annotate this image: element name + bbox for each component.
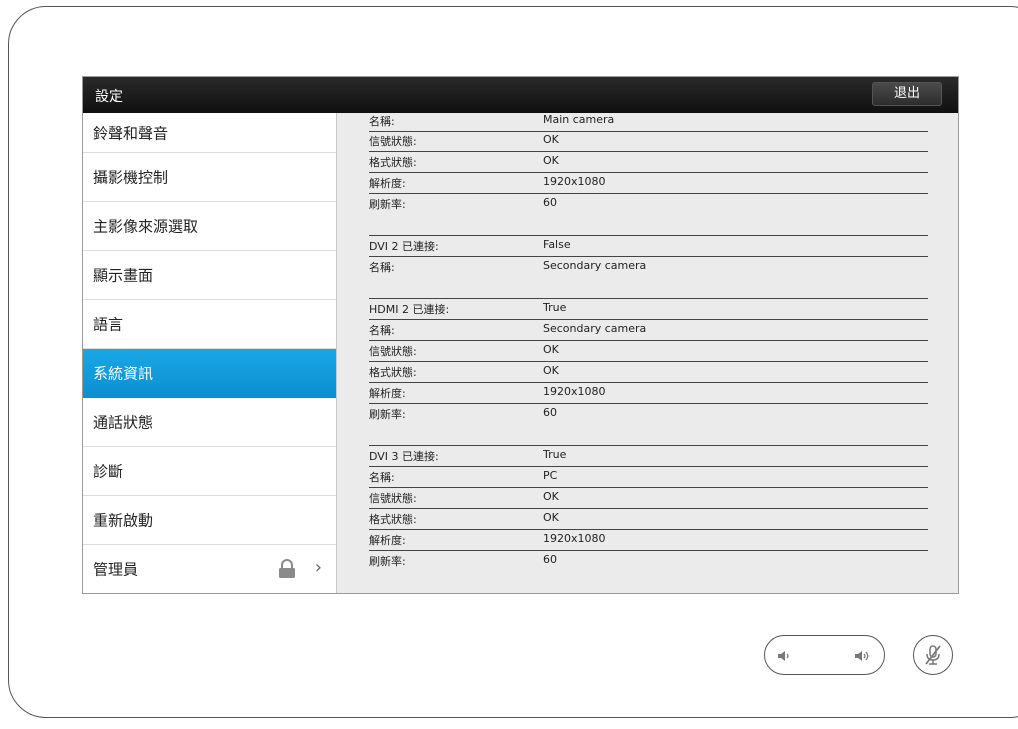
sidebar-item-label: 主影像來源選取 bbox=[93, 217, 199, 236]
info-key: 解析度: bbox=[369, 387, 406, 400]
info-key: 名稱: bbox=[369, 324, 395, 337]
sidebar-item-diagnostics[interactable]: 診斷 bbox=[83, 447, 336, 496]
volume-control[interactable] bbox=[764, 635, 885, 675]
volume-down-icon[interactable] bbox=[777, 648, 791, 667]
info-row: 刷新率: 60 bbox=[369, 195, 928, 236]
system-info-panel: 名稱: Main camera 信號狀態: OK 格式狀態: OK 解析度: 1… bbox=[337, 113, 958, 593]
info-key: 名稱: bbox=[369, 115, 395, 128]
sidebar-item-label: 診斷 bbox=[93, 462, 124, 481]
info-key: 信號狀態: bbox=[369, 492, 417, 505]
info-row: 解析度: 1920x1080 bbox=[369, 531, 928, 551]
info-key: 格式狀態: bbox=[369, 366, 417, 379]
info-key: 格式狀態: bbox=[369, 156, 417, 169]
sidebar-item-label: 顯示畫面 bbox=[93, 266, 154, 285]
sidebar-item-main-source[interactable]: 主影像來源選取 bbox=[83, 202, 336, 251]
info-value: False bbox=[543, 238, 571, 251]
settings-window: 設定 退出 鈴聲和聲音 攝影機控制 主影像來源選取 顯示畫面 語言 系統資訊 通… bbox=[82, 76, 959, 594]
sidebar-item-restart[interactable]: 重新啟動 bbox=[83, 496, 336, 545]
info-row: 解析度: 1920x1080 bbox=[369, 384, 928, 404]
info-row: 刷新率: 60 bbox=[369, 405, 928, 446]
info-key: 解析度: bbox=[369, 177, 406, 190]
info-key: 刷新率: bbox=[369, 198, 406, 211]
sidebar-item-call-status[interactable]: 通話狀態 bbox=[83, 398, 336, 447]
info-key: 解析度: bbox=[369, 534, 406, 547]
sidebar-item-camera-control[interactable]: 攝影機控制 bbox=[83, 153, 336, 202]
info-key: HDMI 2 已連接: bbox=[369, 303, 450, 316]
info-key: DVI 2 已連接: bbox=[369, 240, 439, 253]
sidebar-item-label: 重新啟動 bbox=[93, 511, 154, 530]
title-bar: 設定 退出 bbox=[83, 77, 958, 113]
sidebar-item-label: 語言 bbox=[93, 315, 124, 334]
sidebar-item-system-info[interactable]: 系統資訊 bbox=[83, 349, 336, 398]
info-row: 信號狀態: OK bbox=[369, 489, 928, 509]
info-row: 信號狀態: OK bbox=[369, 342, 928, 362]
info-key: 刷新率: bbox=[369, 408, 406, 421]
sidebar-item-display[interactable]: 顯示畫面 bbox=[83, 251, 336, 300]
sidebar-item-administrator[interactable]: 管理員 › bbox=[83, 545, 336, 593]
info-row: 名稱: Secondary camera bbox=[369, 258, 928, 299]
info-key: 信號狀態: bbox=[369, 135, 417, 148]
info-row: DVI 2 已連接: False bbox=[369, 237, 928, 257]
info-key: 刷新率: bbox=[369, 555, 406, 568]
exit-button[interactable]: 退出 bbox=[872, 82, 942, 106]
info-value: 1920x1080 bbox=[543, 175, 606, 188]
info-key: 信號狀態: bbox=[369, 345, 417, 358]
sidebar-item-label: 通話狀態 bbox=[93, 413, 154, 432]
info-value: 60 bbox=[543, 196, 557, 209]
info-value: OK bbox=[543, 511, 559, 524]
info-value: 60 bbox=[543, 553, 557, 566]
info-value: 60 bbox=[543, 406, 557, 419]
info-row: 解析度: 1920x1080 bbox=[369, 174, 928, 194]
info-row: 信號狀態: OK bbox=[369, 132, 928, 152]
info-row: 刷新率: 60 bbox=[369, 552, 928, 571]
info-row: 格式狀態: OK bbox=[369, 363, 928, 383]
lock-icon bbox=[278, 559, 296, 583]
info-value: Main camera bbox=[543, 113, 615, 126]
sidebar-item-label: 鈴聲和聲音 bbox=[93, 124, 169, 142]
info-row: 名稱: Main camera bbox=[369, 113, 928, 132]
page-title: 設定 bbox=[95, 89, 123, 105]
microphone-muted-icon bbox=[923, 644, 943, 670]
info-value: True bbox=[543, 448, 567, 461]
info-value: PC bbox=[543, 469, 558, 482]
info-row: 格式狀態: OK bbox=[369, 510, 928, 530]
info-value: OK bbox=[543, 154, 559, 167]
info-value: OK bbox=[543, 133, 559, 146]
info-row: 名稱: PC bbox=[369, 468, 928, 488]
info-key: 名稱: bbox=[369, 261, 395, 274]
info-key: 格式狀態: bbox=[369, 513, 417, 526]
sidebar-item-label: 管理員 bbox=[93, 560, 139, 579]
sidebar-item-label: 系統資訊 bbox=[93, 364, 154, 383]
info-key: 名稱: bbox=[369, 471, 395, 484]
info-value: 1920x1080 bbox=[543, 532, 606, 545]
info-value: Secondary camera bbox=[543, 259, 647, 272]
info-row: 格式狀態: OK bbox=[369, 153, 928, 173]
info-row: 名稱: Secondary camera bbox=[369, 321, 928, 341]
info-row: DVI 3 已連接: True bbox=[369, 447, 928, 467]
info-value: OK bbox=[543, 490, 559, 503]
chevron-right-icon: › bbox=[314, 557, 322, 578]
info-value: Secondary camera bbox=[543, 322, 647, 335]
info-row: HDMI 2 已連接: True bbox=[369, 300, 928, 320]
microphone-mute-button[interactable] bbox=[913, 635, 953, 675]
volume-up-icon[interactable] bbox=[854, 648, 872, 667]
sidebar: 鈴聲和聲音 攝影機控制 主影像來源選取 顯示畫面 語言 系統資訊 通話狀態 診斷… bbox=[83, 113, 337, 593]
info-value: True bbox=[543, 301, 567, 314]
info-value: 1920x1080 bbox=[543, 385, 606, 398]
info-value: OK bbox=[543, 343, 559, 356]
sidebar-item-label: 攝影機控制 bbox=[93, 168, 169, 187]
sidebar-item-language[interactable]: 語言 bbox=[83, 300, 336, 349]
info-key: DVI 3 已連接: bbox=[369, 450, 439, 463]
info-value: OK bbox=[543, 364, 559, 377]
sidebar-item-ringtones-sounds[interactable]: 鈴聲和聲音 bbox=[83, 113, 336, 153]
